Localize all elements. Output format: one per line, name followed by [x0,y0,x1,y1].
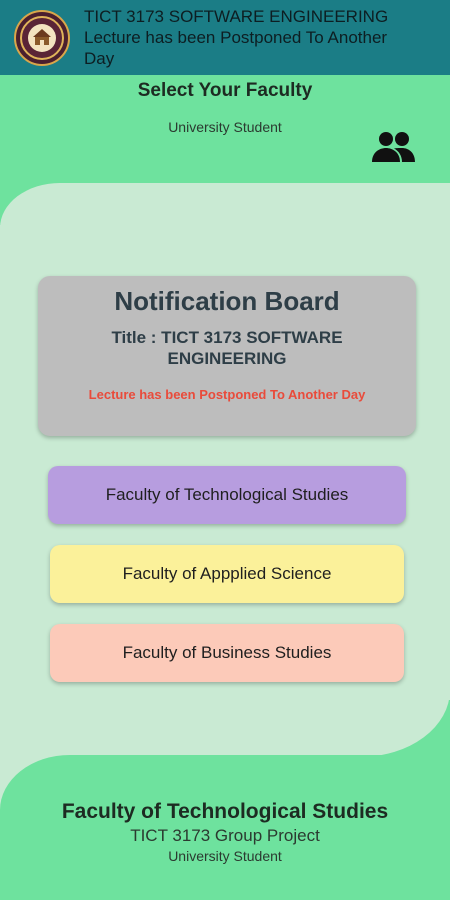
top-curve-decoration [0,183,450,243]
board-notice-message: Lecture has been Postponed To Another Da… [88,387,366,402]
notification-board: Notification Board Title : TICT 3173 SOF… [38,276,416,436]
faculty-technological-studies-button[interactable]: Faculty of Technological Studies [48,466,406,524]
footer-title: Faculty of Technological Studies [61,800,389,823]
notification-body: Lecture has been Postponed To Another [84,28,388,47]
faculty-applied-science-button[interactable]: Faculty of Appplied Science [50,545,404,603]
page-title: Select Your Faculty [137,80,313,101]
faculty-business-studies-button[interactable]: Faculty of Business Studies [50,624,404,682]
notification-text: TICT 3173 SOFTWARE ENGINEERING Lecture h… [84,6,388,69]
notification-banner[interactable]: TICT 3173 SOFTWARE ENGINEERING Lecture h… [0,0,450,75]
footer-project-label: TICT 3173 Group Project [130,826,320,845]
university-crest-icon [14,9,70,66]
notification-body-cont: Day [84,49,115,68]
notification-title: TICT 3173 SOFTWARE ENGINEERING [84,7,389,26]
footer-role-label: University Student [168,848,282,864]
people-icon[interactable] [370,130,416,164]
board-notice-title: Title : TICT 3173 SOFTWARE ENGINEERING [111,328,343,368]
board-title: Notification Board [114,286,340,316]
